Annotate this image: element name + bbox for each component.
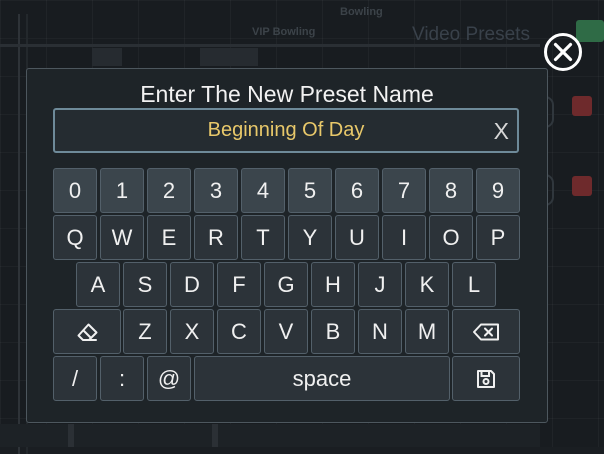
key-colon[interactable]: : [100, 356, 144, 401]
background-delete-button [572, 96, 592, 116]
key-at[interactable]: @ [147, 356, 191, 401]
key-5[interactable]: 5 [288, 168, 332, 213]
save-key[interactable] [452, 356, 520, 401]
dialog-title: Enter The New Preset Name [140, 81, 434, 107]
key-k[interactable]: K [405, 262, 449, 307]
background-footer-mark [212, 424, 218, 447]
key-g[interactable]: G [264, 262, 308, 307]
key-l[interactable]: L [452, 262, 496, 307]
key-1[interactable]: 1 [100, 168, 144, 213]
backspace-key[interactable] [452, 309, 520, 354]
key-x[interactable]: X [170, 309, 214, 354]
key-8[interactable]: 8 [429, 168, 473, 213]
preset-name-input[interactable] [55, 110, 517, 151]
key-p[interactable]: P [476, 215, 520, 260]
save-icon [477, 369, 495, 388]
key-q[interactable]: Q [53, 215, 97, 260]
key-r[interactable]: R [194, 215, 238, 260]
clear-all-key[interactable] [53, 309, 121, 354]
key-i[interactable]: I [382, 215, 426, 260]
background-label-vip: VIP Bowling [252, 26, 316, 38]
key-e[interactable]: E [147, 215, 191, 260]
key-slash[interactable]: / [53, 356, 97, 401]
key-u[interactable]: U [335, 215, 379, 260]
background-label-bowling: Bowling [340, 6, 383, 18]
key-d[interactable]: D [170, 262, 214, 307]
key-j[interactable]: J [358, 262, 402, 307]
key-7[interactable]: 7 [382, 168, 426, 213]
key-n[interactable]: N [358, 309, 402, 354]
background-block [92, 48, 122, 66]
key-y[interactable]: Y [288, 215, 332, 260]
preset-name-field: X [53, 108, 519, 153]
clear-input-button[interactable]: X [494, 118, 509, 144]
background-footer [0, 424, 540, 447]
key-z[interactable]: Z [123, 309, 167, 354]
key-b[interactable]: B [311, 309, 355, 354]
key-c[interactable]: C [217, 309, 261, 354]
key-a[interactable]: A [76, 262, 120, 307]
background-title: Video Presets [412, 24, 530, 45]
key-s[interactable]: S [123, 262, 167, 307]
key-6[interactable]: 6 [335, 168, 379, 213]
key-o[interactable]: O [429, 215, 473, 260]
close-button[interactable] [543, 32, 583, 72]
key-w[interactable]: W [100, 215, 144, 260]
key-f[interactable]: F [217, 262, 261, 307]
key-9[interactable]: 9 [476, 168, 520, 213]
key-4[interactable]: 4 [241, 168, 285, 213]
key-0[interactable]: 0 [53, 168, 97, 213]
key-3[interactable]: 3 [194, 168, 238, 213]
background-block [200, 48, 258, 66]
space-key[interactable]: space [194, 356, 450, 401]
eraser-icon [77, 323, 98, 341]
key-2[interactable]: 2 [147, 168, 191, 213]
preset-name-dialog: Enter The New Preset Name X 0 1 2 3 4 5 … [26, 68, 548, 423]
key-t[interactable]: T [241, 215, 285, 260]
key-h[interactable]: H [311, 262, 355, 307]
backspace-icon [473, 323, 499, 340]
key-m[interactable]: M [405, 309, 449, 354]
close-circle-icon [544, 33, 582, 71]
key-v[interactable]: V [264, 309, 308, 354]
background-rail [18, 14, 20, 454]
background-delete-button [572, 176, 592, 196]
background-footer-mark [68, 424, 74, 447]
